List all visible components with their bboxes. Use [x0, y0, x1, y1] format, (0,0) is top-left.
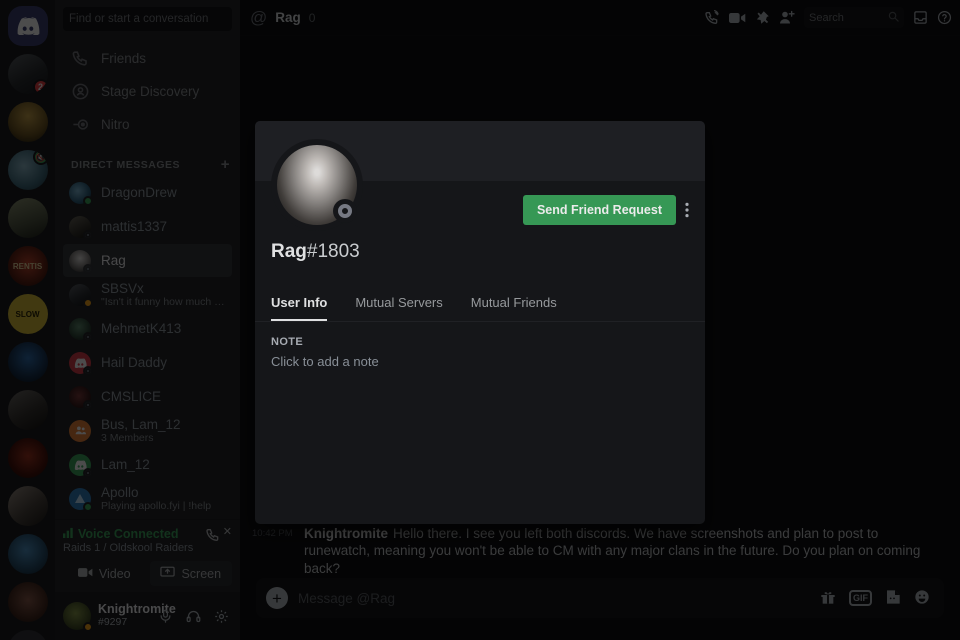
note-label: NOTE [271, 336, 304, 348]
tab-user-info[interactable]: User Info [271, 295, 328, 321]
tab-mutual-friends[interactable]: Mutual Friends [471, 295, 557, 321]
profile-username-row: Rag#1803 [255, 241, 705, 263]
user-profile-modal: Send Friend Request Rag#1803 User Info M… [255, 121, 705, 524]
user-profile-modal-layer: Send Friend Request Rag#1803 User Info M… [0, 0, 960, 640]
profile-username: Rag [271, 241, 307, 262]
profile-body: NOTE Click to add a note [255, 322, 705, 524]
status-indicator-offline [333, 199, 357, 223]
profile-header: Send Friend Request [255, 139, 705, 243]
profile-discriminator: #1803 [306, 241, 360, 262]
note-input[interactable]: Click to add a note [271, 354, 689, 369]
tab-mutual-servers[interactable]: Mutual Servers [355, 295, 442, 321]
send-friend-request-button[interactable]: Send Friend Request [522, 195, 676, 225]
more-options-icon[interactable] [685, 202, 689, 218]
profile-tabs: User Info Mutual Servers Mutual Friends [255, 277, 705, 322]
profile-avatar[interactable] [271, 139, 363, 231]
